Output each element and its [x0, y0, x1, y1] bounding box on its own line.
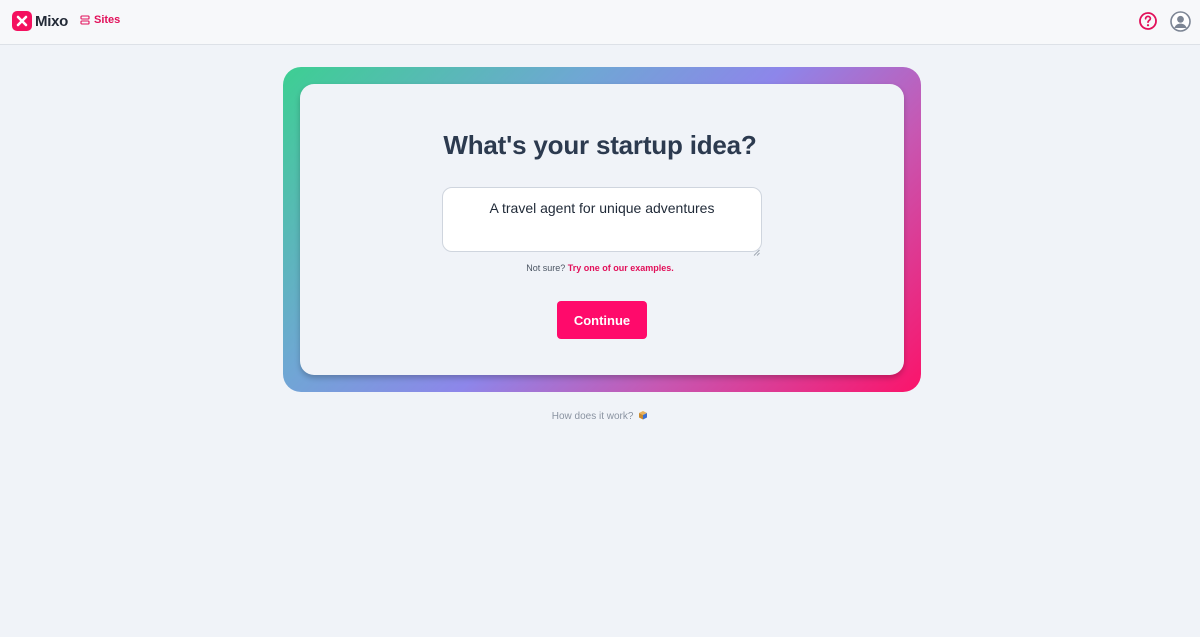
logo-text: Mixo — [35, 12, 68, 30]
resize-handle-icon[interactable] — [753, 243, 760, 256]
examples-hint: Not sure? Try one of our examples. — [0, 263, 1200, 273]
nav-sites-link[interactable]: Sites — [80, 14, 120, 26]
mixo-logo[interactable]: Mixo — [12, 11, 68, 31]
how-it-works-label: How does it work? — [551, 411, 634, 422]
startup-idea-input[interactable]: A travel agent for unique adventures — [442, 187, 762, 252]
user-avatar-icon[interactable] — [1170, 11, 1191, 32]
page-title: What's your startup idea? — [443, 130, 757, 160]
how-it-works-link[interactable]: How does it work? — [0, 410, 1200, 423]
continue-button[interactable]: Continue — [557, 301, 647, 339]
hint-prefix: Not sure? — [526, 263, 566, 273]
examples-link[interactable]: Try one of our examples. — [568, 263, 674, 273]
box-emoji-icon — [638, 410, 648, 423]
help-circle-icon[interactable] — [1138, 11, 1158, 31]
sites-stack-icon — [80, 15, 90, 25]
nav-sites-label: Sites — [94, 14, 121, 26]
mixo-logo-icon — [12, 11, 32, 31]
top-navbar: Mixo Sites — [0, 0, 1200, 45]
